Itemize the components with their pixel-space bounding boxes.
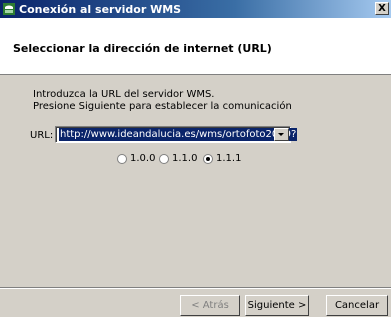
instructions: Introduzca la URL del servidor WMS. Pres… xyxy=(33,89,292,113)
cancel-button[interactable]: Cancelar xyxy=(326,295,388,316)
close-button[interactable]: X xyxy=(375,2,389,15)
title-bar: Conexión al servidor WMS X xyxy=(0,0,391,18)
instruction-line-2: Presione Siguiente para establecer la co… xyxy=(33,101,292,112)
radio-1-1-1[interactable] xyxy=(203,153,213,164)
radio-label-1-0-0: 1.0.0 xyxy=(130,153,156,164)
url-input[interactable]: http://www.ideandalucia.es/wms/ortofoto2… xyxy=(59,128,298,141)
version-option-1-1-0[interactable]: 1.1.0 xyxy=(159,153,197,164)
radio-1-1-0[interactable] xyxy=(159,153,169,164)
next-button[interactable]: Siguiente > xyxy=(245,295,309,316)
window-title: Conexión al servidor WMS xyxy=(19,2,182,16)
url-combobox[interactable]: http://www.ideandalucia.es/wms/ortofoto2… xyxy=(55,126,298,143)
page-title: Seleccionar la dirección de internet (UR… xyxy=(13,42,272,55)
version-option-1-1-1[interactable]: 1.1.1 xyxy=(203,153,241,164)
radio-label-1-1-1: 1.1.1 xyxy=(216,153,242,164)
back-button[interactable]: < Atrás xyxy=(180,295,240,316)
radio-1-0-0[interactable] xyxy=(117,153,127,164)
version-option-1-0-0[interactable]: 1.0.0 xyxy=(117,153,155,164)
url-label: URL: xyxy=(30,130,54,141)
url-dropdown-button[interactable] xyxy=(274,128,289,141)
chevron-down-icon xyxy=(278,133,284,136)
close-icon: X xyxy=(378,3,386,14)
wizard-header: Seleccionar la dirección de internet (UR… xyxy=(0,18,391,75)
instruction-line-1: Introduzca la URL del servidor WMS. xyxy=(33,89,215,100)
app-icon xyxy=(3,3,15,15)
radio-label-1-1-0: 1.1.0 xyxy=(172,153,198,164)
footer-divider xyxy=(0,287,391,289)
